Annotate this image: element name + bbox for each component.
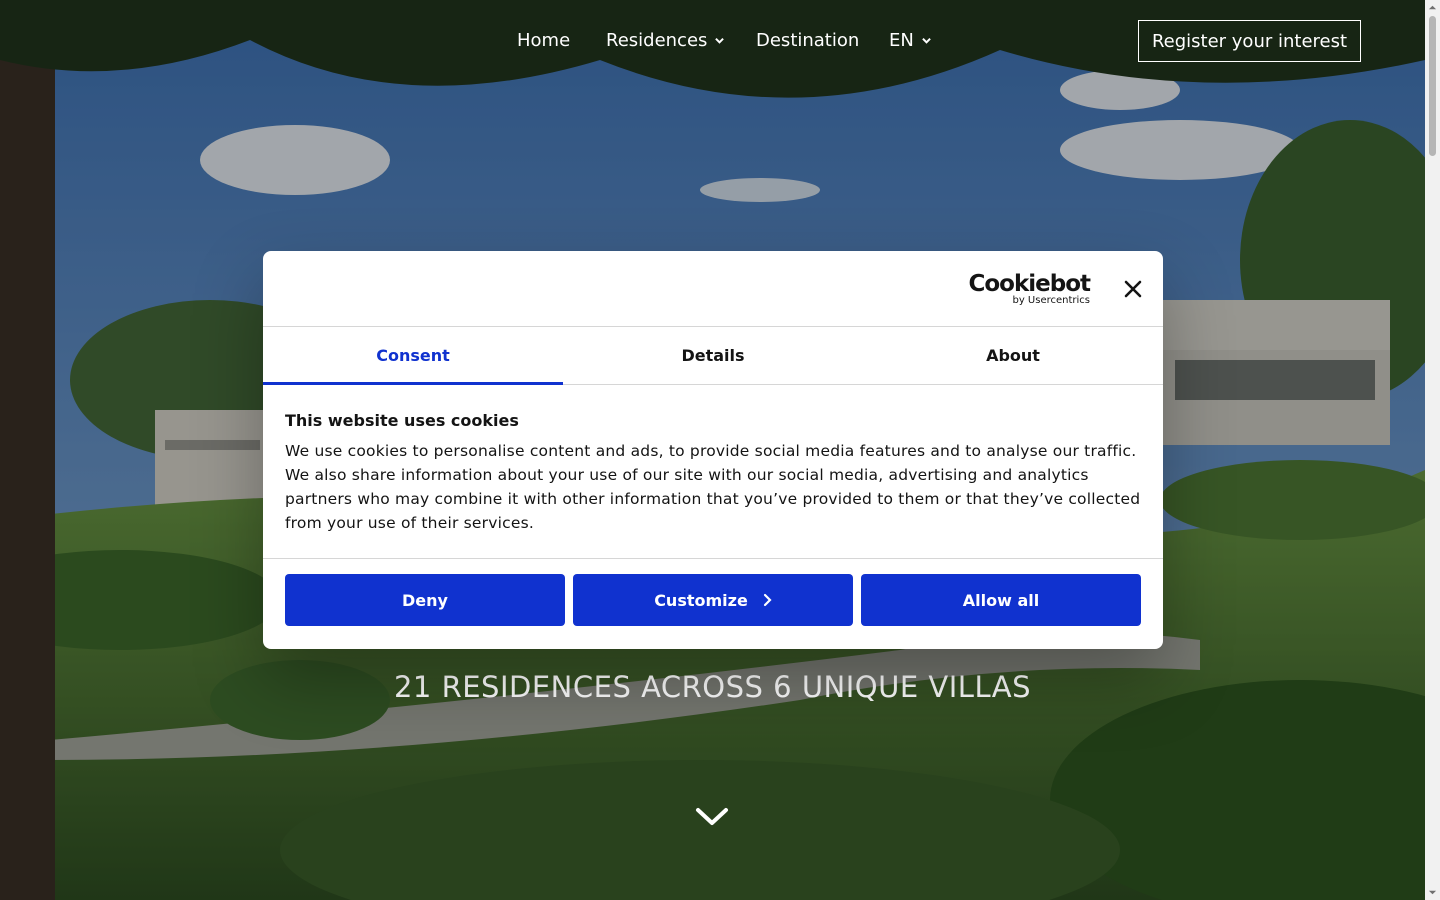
nav-home[interactable]: Home [517, 30, 570, 51]
scroll-down-arrow-icon[interactable] [1428, 888, 1437, 897]
close-icon[interactable] [1123, 279, 1143, 299]
allow-all-button-label: Allow all [962, 590, 1040, 610]
tab-details[interactable]: Details [563, 327, 863, 384]
customize-button[interactable]: Customize [573, 574, 853, 626]
chevron-right-icon [763, 593, 772, 607]
top-navigation: Home Residences Destination EN Register … [0, 0, 1425, 84]
cookiebot-logo-text: Cookiebot [968, 271, 1091, 297]
dialog-footer: Deny Customize Allow all [263, 559, 1163, 641]
hero-title: 21 RESIDENCES ACROSS 6 UNIQUE VILLAS [393, 670, 1032, 704]
page-scrollbar[interactable] [1425, 0, 1440, 900]
tab-details-label: Details [681, 346, 745, 365]
dialog-tabs: Consent Details About [263, 327, 1163, 385]
chevron-down-icon [715, 37, 725, 44]
nav-residences-label: Residences [606, 30, 708, 51]
deny-button-label: Deny [402, 590, 448, 610]
tab-about[interactable]: About [863, 327, 1163, 384]
deny-button[interactable]: Deny [285, 574, 565, 626]
dialog-heading: This website uses cookies [285, 411, 519, 430]
cookie-consent-dialog: Cookiebot by Usercentrics Consent Detail… [263, 251, 1163, 649]
nav-destination-label: Destination [756, 30, 860, 51]
tab-about-label: About [986, 346, 1040, 365]
tab-consent[interactable]: Consent [263, 327, 563, 385]
customize-button-label: Customize [654, 590, 748, 610]
allow-all-button[interactable]: Allow all [861, 574, 1141, 626]
register-interest-button[interactable]: Register your interest [1138, 20, 1361, 62]
cookiebot-logo: Cookiebot by Usercentrics [968, 271, 1091, 307]
dialog-header: Cookiebot by Usercentrics [263, 251, 1163, 327]
chevron-down-icon[interactable] [695, 805, 729, 829]
dialog-body: This website uses cookies We use cookies… [263, 385, 1163, 559]
nav-residences[interactable]: Residences [606, 30, 725, 51]
nav-destination[interactable]: Destination [756, 30, 859, 51]
register-interest-label: Register your interest [1151, 30, 1348, 52]
nav-home-label: Home [517, 30, 571, 51]
cookiebot-logo-subtext: by Usercentrics [1012, 295, 1090, 306]
chevron-down-icon [922, 37, 931, 44]
tab-consent-label: Consent [376, 346, 450, 365]
dialog-description: We use cookies to personalise content an… [285, 442, 1141, 532]
scroll-up-arrow-icon[interactable] [1428, 3, 1437, 12]
scrollbar-thumb[interactable] [1429, 16, 1436, 156]
nav-language[interactable]: EN [889, 30, 931, 51]
nav-language-label: EN [889, 30, 914, 51]
